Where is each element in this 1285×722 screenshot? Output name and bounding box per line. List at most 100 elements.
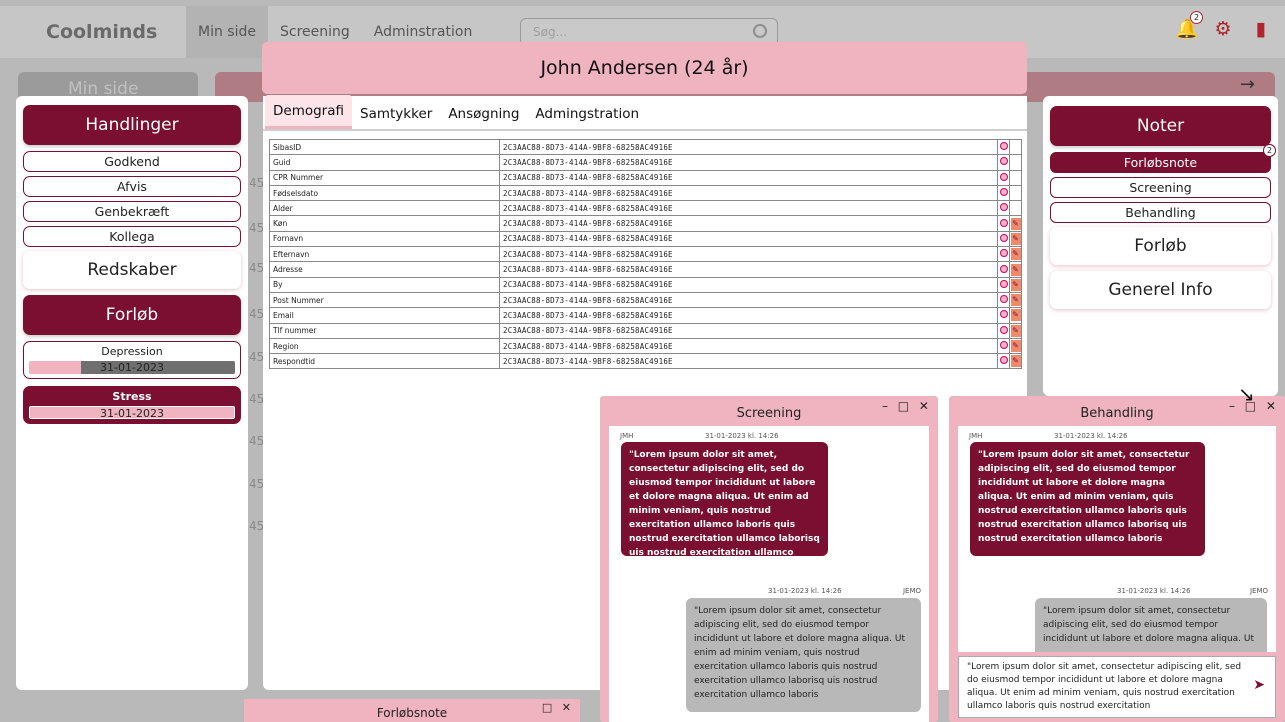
notes-panel: Noter Forløbsnote 2 Screening Behandling … — [1043, 96, 1278, 396]
genbekraeft-button[interactable]: Genbekræft — [23, 201, 241, 222]
field-label: SibasID — [269, 138, 500, 156]
door-icon[interactable]: ▮ — [1251, 17, 1271, 41]
send-icon[interactable]: ➤ — [1253, 678, 1265, 692]
edit-icon[interactable]: ✎ — [1009, 322, 1022, 339]
edit-icon[interactable]: ✎ — [1009, 246, 1022, 263]
handlinger-header[interactable]: Handlinger — [23, 105, 241, 145]
afvis-button[interactable]: Afvis — [23, 176, 241, 197]
tab-ansogning[interactable]: Ansøgning — [440, 106, 527, 129]
field-value: 2C3AAC88-8D73-414A-9BF8-68258AC4916E — [499, 200, 998, 217]
msg-time: 31-01-2023 kl. 14:26 — [768, 587, 842, 595]
empty-cell — [1009, 200, 1022, 217]
generel-info-button[interactable]: Generel Info — [1050, 271, 1271, 309]
top-icons: 🔔 2 ⚙ ▮ — [1175, 11, 1271, 41]
edit-icon[interactable]: ✎ — [1009, 307, 1022, 324]
detail-tabs: Demografi Samtykker Ansøgning Admingstra… — [263, 95, 1027, 131]
view-icon[interactable] — [997, 261, 1010, 278]
field-value: 2C3AAC88-8D73-414A-9BF8-68258AC4916E — [499, 291, 998, 309]
search-icon[interactable] — [753, 24, 767, 38]
empty-cell — [1009, 154, 1022, 171]
msg-time: 31-01-2023 kl. 14:26 — [1117, 587, 1191, 595]
msg-time: 31-01-2023 kl. 14:26 — [1054, 432, 1128, 440]
field-value: 2C3AAC88-8D73-414A-9BF8-68258AC4916E — [499, 215, 998, 232]
edit-icon[interactable]: ✎ — [1009, 337, 1022, 355]
field-value: 2C3AAC88-8D73-414A-9BF8-68258AC4916E — [499, 322, 998, 339]
course-depression[interactable]: Depression 31-01-2023 — [23, 341, 241, 379]
screening-note-button[interactable]: Screening — [1050, 177, 1271, 198]
view-icon[interactable] — [997, 276, 1010, 293]
view-icon[interactable] — [997, 215, 1010, 232]
forlob-header[interactable]: Forløb — [23, 295, 241, 335]
message-input-text: "Lorem ipsum dolor sit amet, consectetur… — [967, 662, 1242, 711]
view-icon[interactable] — [997, 337, 1010, 355]
tab-demografi[interactable]: Demografi — [265, 95, 353, 129]
course-stress[interactable]: Stress 31-01-2023 — [23, 386, 241, 424]
course-name: Depression — [101, 345, 163, 358]
demographics-table: SibasID 2C3AAC88-8D73-414A-9BF8-68258AC49… — [269, 138, 1022, 370]
field-label: Guid — [269, 154, 500, 171]
view-icon[interactable] — [997, 184, 1010, 202]
behandling-note-button[interactable]: Behandling — [1050, 202, 1271, 223]
ghost-number: 45 — [249, 434, 265, 448]
window-title: Forløbsnote — [376, 706, 448, 720]
forlob-info-button[interactable]: Forløb — [1050, 227, 1271, 265]
view-icon[interactable] — [997, 322, 1010, 339]
table-row: Fødselsdato 2C3AAC88-8D73-414A-9BF8-68258… — [269, 184, 1022, 202]
ghost-number: 45 — [249, 350, 265, 364]
field-value: 2C3AAC88-8D73-414A-9BF8-68258AC4916E — [499, 154, 998, 171]
msg-author: JMH — [620, 432, 634, 440]
ghost-number: 45 — [249, 221, 265, 235]
field-value: 2C3AAC88-8D73-414A-9BF8-68258AC4916E — [499, 353, 998, 370]
edit-icon[interactable]: ✎ — [1009, 276, 1022, 293]
field-label: Adresse — [269, 261, 500, 278]
app-logo[interactable]: Coolminds — [46, 21, 186, 43]
edit-icon[interactable]: ✎ — [1009, 261, 1022, 278]
course-progress-bar: 31-01-2023 — [29, 406, 235, 419]
msg-time: 31-01-2023 kl. 14:26 — [705, 432, 779, 440]
message-input[interactable]: "Lorem ipsum dolor sit amet, consectetur… — [958, 656, 1276, 718]
forlobsnote-window[interactable]: Forløbsnote □ ✕ — [244, 699, 580, 722]
edit-icon[interactable]: ✎ — [1009, 353, 1022, 370]
field-label: Region — [269, 337, 500, 355]
redskaber-button[interactable]: Redskaber — [23, 251, 241, 289]
field-label: Fødselsdato — [269, 184, 500, 202]
field-value: 2C3AAC88-8D73-414A-9BF8-68258AC4916E — [499, 246, 998, 263]
view-icon[interactable] — [997, 154, 1010, 171]
patient-title: John Andersen (24 år) — [262, 42, 1027, 94]
chat-body: JMH 31-01-2023 kl. 14:26 "Lorem ipsum do… — [609, 426, 929, 722]
table-row: Adresse 2C3AAC88-8D73-414A-9BF8-68258AC49… — [269, 261, 1022, 278]
behandling-chat-window: Behandling – □ ✕ JMH 31-01-2023 kl. 14:2… — [949, 396, 1285, 722]
screening-chat-window: Screening – □ ✕ JMH 31-01-2023 kl. 14:26… — [600, 396, 938, 722]
view-icon[interactable] — [997, 169, 1010, 186]
chat-body: JMH 31-01-2023 kl. 14:26 "Lorem ipsum do… — [958, 426, 1276, 652]
table-row: Post Nummer 2C3AAC88-8D73-414A-9BF8-68258… — [269, 291, 1022, 309]
tab-admingstration[interactable]: Admingstration — [527, 106, 647, 129]
edit-icon[interactable]: ✎ — [1009, 291, 1022, 309]
bell-icon[interactable]: 🔔 2 — [1175, 11, 1203, 41]
forlobsnote-button[interactable]: Forløbsnote 2 — [1050, 144, 1276, 173]
view-icon[interactable] — [997, 353, 1010, 370]
field-value: 2C3AAC88-8D73-414A-9BF8-68258AC4916E — [499, 169, 998, 186]
gear-icon[interactable]: ⚙ — [1213, 17, 1233, 41]
view-icon[interactable] — [997, 291, 1010, 309]
resize-cursor-icon: ↘ — [1238, 382, 1255, 406]
field-value: 2C3AAC88-8D73-414A-9BF8-68258AC4916E — [499, 138, 998, 156]
table-row: SibasID 2C3AAC88-8D73-414A-9BF8-68258AC49… — [269, 138, 1022, 156]
view-icon[interactable] — [997, 246, 1010, 263]
kollega-button[interactable]: Kollega — [23, 226, 241, 247]
noter-header[interactable]: Noter — [1050, 106, 1271, 146]
table-row: Region 2C3AAC88-8D73-414A-9BF8-68258AC491… — [269, 337, 1022, 355]
window-controls[interactable]: – □ ✕ — [882, 399, 932, 413]
table-row: By 2C3AAC88-8D73-414A-9BF8-68258AC4916E ✎ — [269, 276, 1022, 293]
godkend-button[interactable]: Godkend — [23, 151, 241, 172]
tab-samtykker[interactable]: Samtykker — [352, 106, 440, 129]
view-icon[interactable] — [997, 200, 1010, 217]
ghost-number: 45 — [249, 519, 265, 533]
window-controls[interactable]: □ ✕ — [542, 701, 574, 714]
view-icon[interactable] — [997, 138, 1010, 156]
edit-icon[interactable]: ✎ — [1009, 230, 1022, 248]
edit-icon[interactable]: ✎ — [1009, 215, 1022, 232]
nav-tab-min-side[interactable]: Min side — [186, 6, 268, 58]
view-icon[interactable] — [997, 307, 1010, 324]
view-icon[interactable] — [997, 230, 1010, 248]
